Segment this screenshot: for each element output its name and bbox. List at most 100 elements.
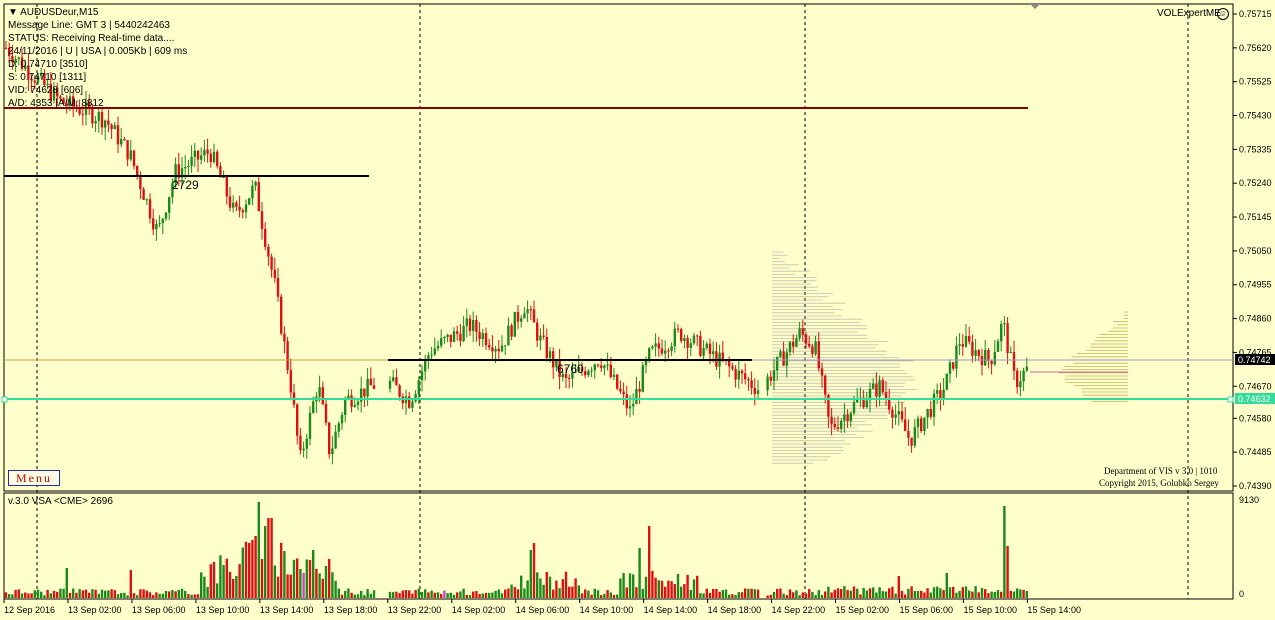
candle-body (1012, 352, 1016, 371)
time-label: 13 Sep 18:00 (324, 605, 378, 615)
volume-bar (702, 593, 705, 598)
candle-body (750, 380, 753, 388)
volume-bar (820, 594, 824, 598)
candle-body (606, 364, 609, 366)
volume-bar (414, 590, 417, 598)
candle-body (296, 404, 299, 436)
volume-bar (104, 590, 107, 598)
candle-body (206, 149, 209, 154)
chart-shift-marker (1030, 4, 1040, 9)
copyright-line1: Department of VIS v 3.0 | 1010 (1104, 466, 1218, 476)
candle-body (753, 387, 756, 394)
candle-body (120, 139, 123, 145)
expert-advisor-label[interactable]: VOLExpertME (1157, 8, 1221, 19)
volume-bar (977, 592, 980, 598)
candle-body (788, 342, 792, 353)
candle-body (392, 377, 395, 381)
candle-body (187, 165, 190, 168)
volume-bar (833, 589, 836, 598)
volume-bar (968, 590, 971, 598)
candle-body (664, 350, 667, 354)
smiley-icon: ☺ (1217, 8, 1229, 20)
time-label: 13 Sep 22:00 (388, 605, 442, 615)
candle-body (542, 335, 545, 337)
chart-window[interactable]: 2729 6760 0.75715 0.75620 0.75525 0.75430 0.7… (0, 0, 1275, 620)
volume-bar (587, 590, 590, 598)
volume-bar (510, 584, 513, 598)
candle-body (846, 414, 849, 422)
candle-body (817, 341, 820, 369)
candle-body (225, 177, 228, 197)
candle-body (484, 333, 488, 346)
volume-bar (635, 587, 638, 598)
volume-bar (734, 594, 737, 598)
candle-body (628, 406, 632, 409)
candle-body (907, 430, 910, 438)
volume-bar (164, 590, 168, 598)
candle-body (984, 349, 987, 366)
price-label: 0.74860 (1239, 314, 1272, 324)
volume-bar (910, 586, 913, 598)
candle-body (148, 199, 152, 219)
volume-bar (430, 590, 433, 598)
volume-bar (520, 575, 523, 598)
candle-body (734, 368, 737, 380)
volume-bar (494, 590, 497, 598)
volume-bar (622, 573, 625, 598)
candle-body (529, 309, 532, 311)
volume-bar (721, 589, 724, 598)
volume-bar (78, 589, 81, 598)
candle-body (801, 328, 804, 335)
candle-body (824, 375, 827, 395)
candle-body (881, 380, 884, 393)
volume-bar (593, 588, 596, 598)
volume-bar (504, 589, 507, 598)
candle-body (689, 343, 692, 348)
candle-body (904, 419, 907, 431)
candle-body (328, 422, 331, 455)
volume-bar (360, 590, 363, 598)
volume-bar (484, 592, 488, 598)
volume-bar (747, 588, 750, 598)
candle-body (590, 370, 593, 372)
menu-button[interactable]: Menu (8, 470, 60, 486)
copyright-line2: Copyright 2015, Golubko Sergey (1099, 478, 1219, 488)
volume-bar (548, 576, 552, 598)
candle-body (651, 346, 654, 349)
volume-bar (852, 586, 856, 598)
volume-bar (56, 591, 59, 598)
candle-body (481, 333, 484, 340)
volume-bar (72, 588, 75, 598)
volume-bar (545, 571, 548, 598)
candle-body (158, 223, 161, 225)
volume-bar (696, 575, 699, 598)
volume-bar (708, 592, 712, 598)
candle-body (830, 416, 833, 424)
volume-bar (132, 593, 136, 598)
candle-body (270, 256, 273, 270)
candle-body (654, 343, 657, 347)
candle-body (526, 309, 529, 314)
candle-body (136, 166, 139, 176)
volume-bar (321, 578, 324, 598)
candle-body (318, 387, 321, 397)
candle-body (488, 345, 491, 348)
volume-bar (46, 589, 49, 598)
price-label: 0.74390 (1239, 481, 1272, 491)
volume-bar (372, 590, 376, 598)
candle-body (737, 370, 740, 380)
volume-bar (737, 592, 740, 598)
volume-bar (75, 592, 78, 598)
candle-body (494, 348, 497, 352)
candle-body (593, 364, 596, 371)
volume-bar (120, 593, 123, 598)
chart-canvas[interactable]: 2729 6760 0.75715 0.75620 0.75525 0.75430 0.7… (0, 0, 1275, 620)
volume-bar (932, 587, 936, 598)
volume-bar (305, 559, 308, 598)
volume-bar (475, 591, 478, 598)
candle-body (856, 399, 859, 403)
volume-bar (257, 502, 260, 598)
volume-bar (366, 589, 369, 598)
volume-bar (200, 572, 203, 598)
volume-bar (811, 591, 814, 598)
